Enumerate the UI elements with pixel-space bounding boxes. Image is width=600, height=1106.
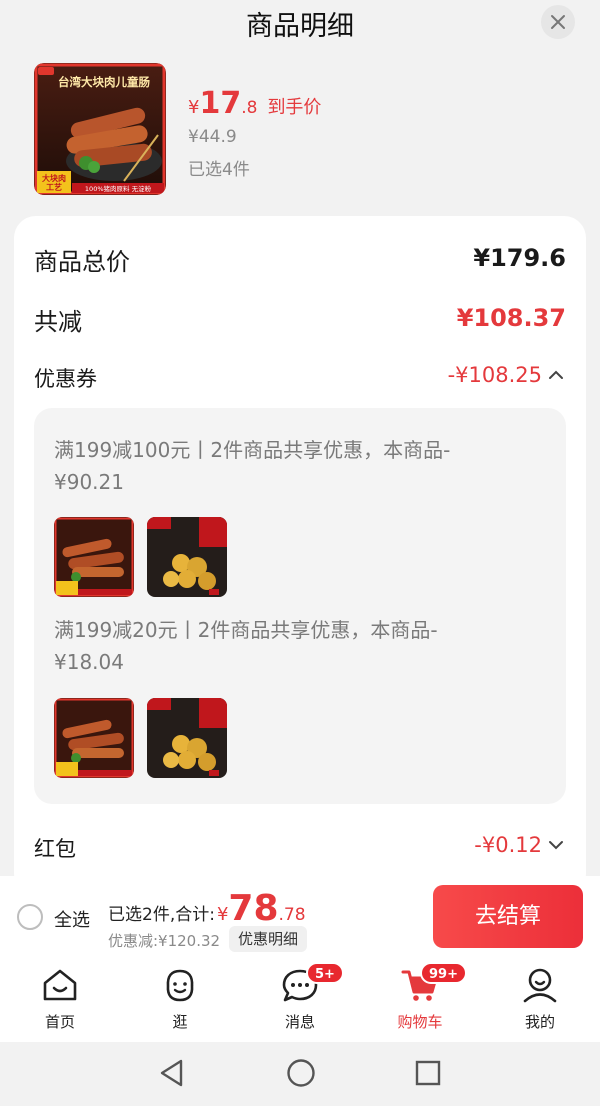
discount-detail-button[interactable]: 优惠明细 bbox=[229, 926, 308, 952]
back-nav-icon[interactable] bbox=[158, 1058, 186, 1088]
close-icon bbox=[551, 15, 565, 29]
recents-nav-icon[interactable] bbox=[414, 1058, 442, 1088]
reduce-value: ¥108.37 bbox=[456, 304, 566, 332]
coupon-value: -¥108.25 bbox=[447, 363, 542, 387]
total-amount: 已选2件,合计: ¥78.78 bbox=[108, 888, 306, 929]
coupon-product-image[interactable] bbox=[54, 517, 134, 597]
coupon-breakdown: 满199减100元丨2件商品共享优惠，本商品-¥90.21 满199减20元丨2… bbox=[34, 408, 566, 804]
home-nav-icon[interactable] bbox=[286, 1058, 316, 1088]
checkout-bar: 全选 已选2件,合计: ¥78.78 优惠减:¥120.32 优惠明细 去结算 bbox=[0, 876, 600, 958]
original-price: ¥44.9 bbox=[188, 127, 237, 147]
detail-sheet: 商品明细 台湾大块肉儿童肠 大块肉 工艺 100%猪肉原料 无淀粉 ¥17.8 … bbox=[0, 0, 600, 896]
redpacket-label: 红包 bbox=[34, 837, 76, 861]
close-button[interactable] bbox=[541, 5, 575, 39]
coupon-product-image[interactable] bbox=[54, 698, 134, 778]
deal-price: ¥17.8 到手价 bbox=[188, 86, 322, 121]
coupon-item-text: 满199减100元丨2件商品共享优惠，本商品-¥90.21 bbox=[54, 438, 451, 494]
svg-text:大块肉: 大块肉 bbox=[42, 173, 66, 183]
tab-label: 我的 bbox=[524, 1013, 555, 1031]
tab-cart[interactable]: 99+ 购物车 bbox=[360, 958, 480, 1042]
profile-icon bbox=[523, 968, 557, 1003]
tab-label: 购物车 bbox=[397, 1013, 443, 1031]
select-all-radio[interactable] bbox=[17, 904, 43, 930]
redpacket-toggle[interactable]: -¥0.12 bbox=[474, 833, 564, 857]
chevron-down-icon bbox=[549, 841, 563, 850]
image-title: 台湾大块肉儿童肠 bbox=[58, 75, 150, 89]
tab-home[interactable]: 首页 bbox=[0, 958, 120, 1042]
tab-label: 首页 bbox=[44, 1013, 75, 1031]
tab-label: 逛 bbox=[172, 1013, 188, 1031]
product-image[interactable]: 台湾大块肉儿童肠 大块肉 工艺 100%猪肉原料 无淀粉 bbox=[34, 63, 166, 195]
tab-label: 消息 bbox=[284, 1013, 315, 1031]
chevron-up-icon bbox=[549, 370, 563, 379]
image-footer: 100%猪肉原料 无淀粉 bbox=[85, 184, 152, 193]
select-all-label[interactable]: 全选 bbox=[54, 906, 90, 932]
cart-badge: 99+ bbox=[420, 962, 467, 984]
checkout-button[interactable]: 去结算 bbox=[433, 885, 583, 948]
total-price-label: 商品总价 bbox=[34, 248, 130, 276]
message-badge: 5+ bbox=[306, 962, 344, 984]
coupon-product-image[interactable] bbox=[147, 517, 227, 597]
tab-browse[interactable]: 逛 bbox=[120, 958, 240, 1042]
price-summary-card: 商品总价 ¥179.6 共减 ¥108.37 优惠券 -¥108.25 满199… bbox=[14, 216, 586, 896]
sheet-title: 商品明细 bbox=[246, 11, 354, 42]
svg-text:工艺: 工艺 bbox=[46, 182, 62, 192]
discount-amount: 优惠减:¥120.32 bbox=[108, 932, 221, 950]
tab-messages[interactable]: 5+ 消息 bbox=[240, 958, 360, 1042]
home-icon bbox=[43, 969, 77, 1001]
system-nav-bar bbox=[0, 1042, 600, 1106]
bottom-tab-bar: 首页 逛 5+ 消息 99+ 购物车 我的 bbox=[0, 958, 600, 1042]
coupon-label: 优惠券 bbox=[34, 367, 97, 391]
coupon-item-text: 满199减20元丨2件商品共享优惠，本商品-¥18.04 bbox=[54, 618, 438, 674]
coupon-toggle[interactable]: -¥108.25 bbox=[448, 363, 564, 387]
redpacket-value: -¥0.12 bbox=[474, 833, 542, 857]
selected-count: 已选4件 bbox=[188, 160, 250, 180]
browse-icon bbox=[166, 969, 194, 1002]
tab-profile[interactable]: 我的 bbox=[480, 958, 600, 1042]
coupon-product-image[interactable] bbox=[147, 698, 227, 778]
reduce-label: 共减 bbox=[34, 308, 82, 336]
total-price-value: ¥179.6 bbox=[473, 244, 566, 272]
